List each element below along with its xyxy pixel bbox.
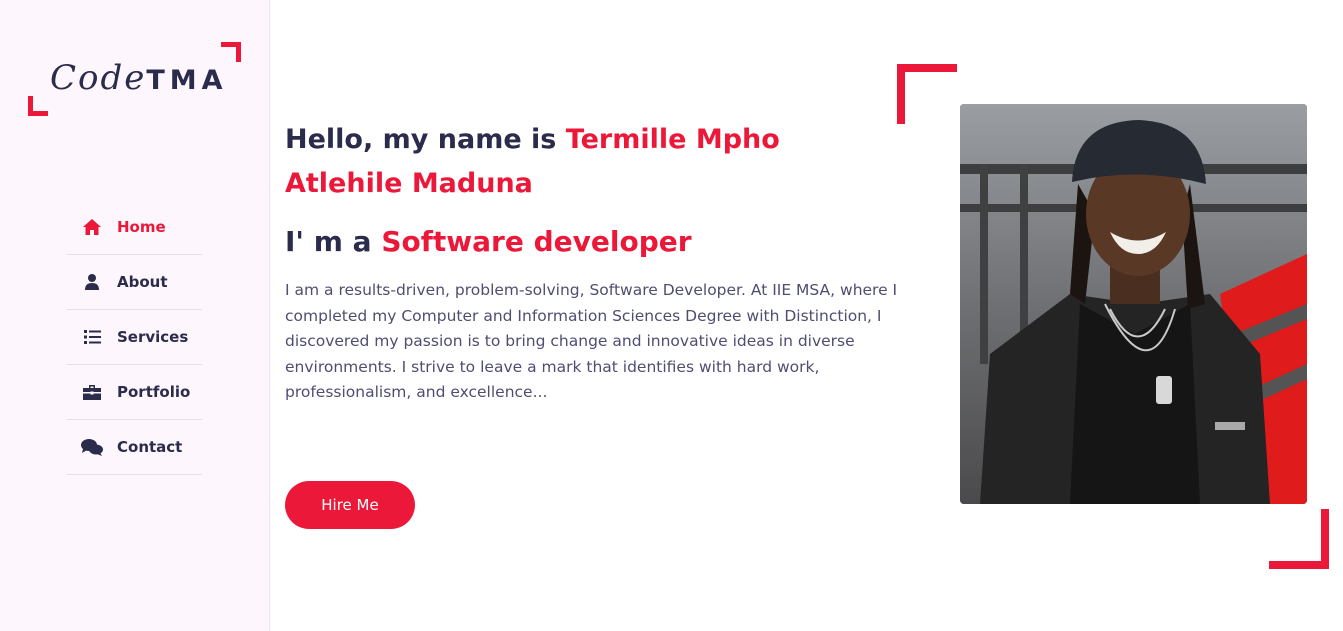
logo-text: CodeTMA [50, 56, 228, 103]
nav-item-contact[interactable]: Contact [67, 420, 202, 475]
hero-description: I am a results-driven, problem-solving, … [285, 281, 898, 401]
nav-item-label: Home [117, 218, 166, 236]
photo-frame-corner-bottom-right [1269, 509, 1329, 569]
hero-intro: Hello, my name is Termille Mpho Atlehile… [285, 118, 905, 406]
logo-corner-bottom-left [28, 96, 48, 116]
profile-photo [960, 104, 1307, 504]
photo-frame-corner-top-left [897, 64, 957, 124]
nav-item-portfolio[interactable]: Portfolio [67, 365, 202, 420]
nav-item-label: Services [117, 328, 189, 346]
hire-me-button[interactable]: Hire Me [285, 481, 415, 529]
profile-photo-illustration [960, 104, 1307, 504]
logo-script-part: Code [50, 58, 147, 98]
logo-strong-part: TMA [146, 65, 228, 96]
nav-item-home[interactable]: Home [67, 200, 202, 255]
comments-icon [81, 438, 103, 456]
site-logo[interactable]: CodeTMA [28, 42, 241, 116]
list-icon [81, 328, 103, 346]
greeting-prefix: Hello, my name is [285, 124, 566, 155]
nav-item-label: Contact [117, 438, 183, 456]
briefcase-icon [81, 383, 103, 401]
hero-profession: I' m a Software developer [285, 220, 905, 264]
main-nav: Home About Services Portfolio Contact [67, 200, 202, 475]
sidebar: CodeTMA Home About Services Portfolio Co… [0, 0, 270, 631]
nav-item-about[interactable]: About [67, 255, 202, 310]
nav-item-services[interactable]: Services [67, 310, 202, 365]
profession-prefix: I' m a [285, 225, 382, 258]
profession-title: Software developer [381, 225, 692, 258]
nav-item-label: About [117, 273, 168, 291]
home-icon [81, 218, 103, 236]
user-icon [81, 273, 103, 291]
nav-item-label: Portfolio [117, 383, 191, 401]
hero-greeting: Hello, my name is Termille Mpho Atlehile… [285, 118, 905, 206]
